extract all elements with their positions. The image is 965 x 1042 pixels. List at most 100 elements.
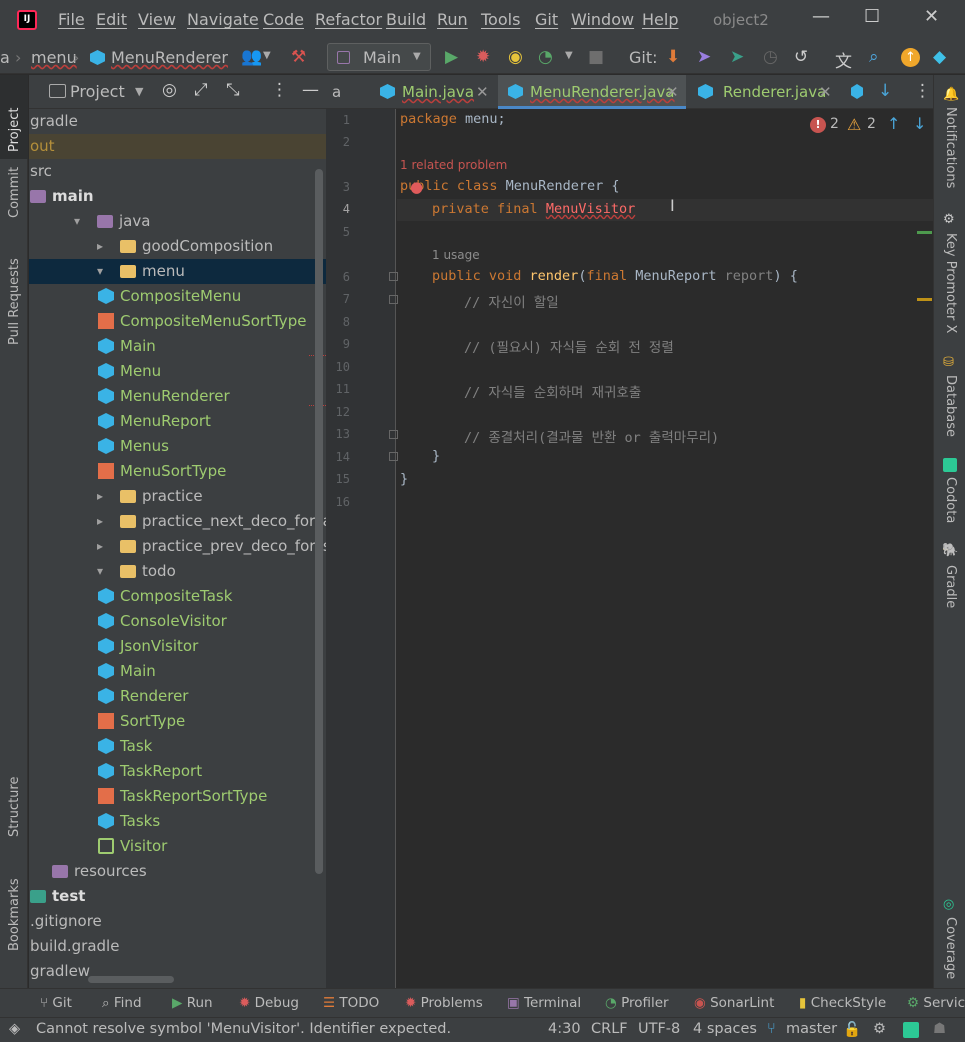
error-bulb-icon[interactable]: ● bbox=[410, 178, 423, 196]
menu-build[interactable]: Build bbox=[386, 10, 426, 29]
tab-main-java[interactable]: Main.java ✕ bbox=[370, 75, 496, 109]
menu-edit[interactable]: Edit bbox=[96, 10, 127, 29]
update-icon[interactable]: ↑ bbox=[901, 48, 920, 67]
prev-problem-icon[interactable]: ↑ bbox=[887, 114, 900, 133]
close-tab-icon[interactable]: ✕ bbox=[666, 75, 679, 109]
tree-vertical-scrollbar[interactable] bbox=[315, 169, 323, 874]
tree-row[interactable]: Visitor bbox=[29, 834, 326, 859]
tree-row[interactable]: Tasks bbox=[29, 809, 326, 834]
tree-horizontal-scrollbar[interactable] bbox=[88, 976, 174, 983]
locate-icon[interactable]: ◎ bbox=[162, 80, 177, 100]
tree-row[interactable]: Main bbox=[29, 334, 326, 359]
translate-icon[interactable]: 文 bbox=[835, 47, 852, 72]
tree-row[interactable]: Main bbox=[29, 659, 326, 684]
tool-services[interactable]: ⚙ Servic bbox=[907, 995, 965, 1011]
menu-git[interactable]: Git bbox=[535, 10, 558, 29]
tree-row[interactable]: MenuSortType bbox=[29, 459, 326, 484]
history-icon[interactable]: ◷ bbox=[763, 47, 778, 67]
tool-todo[interactable]: ☰ TODO bbox=[323, 995, 379, 1011]
tree-row[interactable]: Menu bbox=[29, 359, 326, 384]
next-problem-icon[interactable]: ↓ bbox=[913, 114, 926, 133]
chevron-down-icon[interactable]: ▾ bbox=[97, 559, 103, 584]
tree-row[interactable]: ConsoleVisitor bbox=[29, 609, 326, 634]
arrow-down-icon[interactable]: ↓ bbox=[878, 81, 892, 101]
tree-row[interactable]: JsonVisitor bbox=[29, 634, 326, 659]
run-icon[interactable]: ▶ bbox=[445, 47, 458, 67]
rollback-icon[interactable]: ↺ bbox=[794, 47, 808, 67]
tree-row[interactable]: src bbox=[29, 159, 326, 184]
tool-problems[interactable]: ✹ Problems bbox=[405, 995, 483, 1011]
tree-row[interactable]: gradle bbox=[29, 109, 326, 134]
tool-tab-database[interactable]: Database bbox=[943, 375, 958, 437]
fold-marker-icon[interactable] bbox=[389, 430, 398, 439]
chevron-right-icon[interactable]: ▸ bbox=[97, 484, 103, 509]
tree-row[interactable]: Menus bbox=[29, 434, 326, 459]
tree-row[interactable]: MenuReport bbox=[29, 409, 326, 434]
lock-icon[interactable]: 🔓 bbox=[843, 1021, 861, 1038]
hide-panel-icon[interactable]: — bbox=[302, 80, 319, 100]
chevron-right-icon[interactable]: ▸ bbox=[97, 534, 103, 559]
tool-sonarlint[interactable]: ◉ SonarLint bbox=[694, 995, 774, 1011]
close-tab-icon[interactable]: ✕ bbox=[476, 75, 489, 109]
tool-debug[interactable]: ✹ Debug bbox=[239, 995, 299, 1011]
tool-terminal[interactable]: ▣ Terminal bbox=[507, 995, 581, 1011]
debug-icon[interactable]: ✹ bbox=[476, 47, 490, 67]
tree-row[interactable]: CompositeTask bbox=[29, 584, 326, 609]
codota-status-icon[interactable] bbox=[903, 1022, 919, 1038]
menu-navigate[interactable]: Navigate bbox=[187, 10, 259, 29]
plugin-icon[interactable]: ◆ bbox=[933, 47, 946, 67]
close-tab-icon[interactable]: ✕ bbox=[819, 75, 832, 109]
tree-row[interactable]: .gitignore bbox=[29, 909, 326, 934]
event-log-icon[interactable]: ☗ bbox=[933, 1021, 946, 1037]
chevron-down-icon[interactable]: ▼ bbox=[135, 85, 143, 98]
menu-run[interactable]: Run bbox=[437, 10, 468, 29]
expand-all-icon[interactable]: ⤢ bbox=[194, 80, 208, 100]
tool-tab-pull-requests[interactable]: Pull Requests bbox=[7, 258, 22, 345]
tab-overflow[interactable]: a bbox=[326, 75, 368, 109]
tool-checkstyle[interactable]: ▮ CheckStyle bbox=[799, 995, 886, 1011]
related-problem-hint[interactable]: 1 related problem bbox=[400, 158, 507, 172]
tree-row[interactable]: out bbox=[29, 134, 326, 159]
chevron-down-icon[interactable]: ▾ bbox=[74, 209, 80, 234]
git-push-icon[interactable]: ➤ bbox=[730, 47, 744, 67]
tool-tab-project[interactable]: Project bbox=[7, 108, 22, 152]
tool-tab-codota[interactable]: Codota bbox=[943, 477, 958, 523]
collapse-all-icon[interactable]: ⤡ bbox=[226, 80, 240, 100]
breadcrumb-file[interactable]: MenuRenderer bbox=[111, 48, 228, 67]
tree-row[interactable]: ▾ todo bbox=[29, 559, 326, 584]
caret-position[interactable]: 4:30 bbox=[548, 1021, 581, 1037]
tab-options-icon[interactable]: ⋮ bbox=[914, 81, 931, 101]
chevron-right-icon[interactable]: ▸ bbox=[97, 234, 103, 259]
profiler-icon[interactable]: ◔ bbox=[538, 47, 553, 67]
chevron-down-icon[interactable]: ▼ bbox=[565, 50, 573, 61]
tree-row[interactable]: main bbox=[29, 184, 326, 209]
tool-run[interactable]: ▶ Run bbox=[172, 995, 213, 1011]
tab-menurenderer-java[interactable]: MenuRenderer.java ✕ bbox=[498, 75, 686, 109]
minimize-button[interactable]: — bbox=[812, 6, 830, 27]
tree-row[interactable]: ▸ goodComposition bbox=[29, 234, 326, 259]
tool-tab-commit[interactable]: Commit bbox=[7, 167, 22, 218]
build-hammer-icon[interactable]: ⚒ bbox=[291, 47, 306, 67]
tree-row[interactable]: ▸ practice_next_deco_for_adding_cu bbox=[29, 509, 326, 534]
git-branch[interactable]: master bbox=[786, 1021, 837, 1037]
code-editor[interactable] bbox=[326, 109, 933, 988]
tree-row[interactable]: build.gradle bbox=[29, 934, 326, 959]
tree-row[interactable]: gradlew bbox=[29, 959, 326, 984]
tool-tab-coverage[interactable]: Coverage bbox=[943, 917, 958, 979]
tool-tab-bookmarks[interactable]: Bookmarks bbox=[7, 878, 22, 951]
menu-view[interactable]: View bbox=[138, 10, 176, 29]
menu-refactor[interactable]: Refactor bbox=[315, 10, 382, 29]
stop-icon[interactable]: ■ bbox=[588, 47, 604, 67]
chevron-right-icon[interactable]: ▸ bbox=[97, 509, 103, 534]
file-encoding[interactable]: UTF-8 bbox=[638, 1021, 680, 1037]
tree-row[interactable]: TaskReportSortType bbox=[29, 784, 326, 809]
tree-row[interactable]: ▾ menu bbox=[29, 259, 326, 284]
menu-help[interactable]: Help bbox=[642, 10, 678, 29]
menu-window[interactable]: Window bbox=[571, 10, 634, 29]
options-menu-icon[interactable]: ⋮ bbox=[271, 80, 288, 100]
menu-tools[interactable]: Tools bbox=[481, 10, 520, 29]
tree-row[interactable]: SortType bbox=[29, 709, 326, 734]
line-separator[interactable]: CRLF bbox=[591, 1021, 628, 1037]
tree-row[interactable]: CompositeMenuSortType bbox=[29, 309, 326, 334]
tree-row[interactable]: Task bbox=[29, 734, 326, 759]
